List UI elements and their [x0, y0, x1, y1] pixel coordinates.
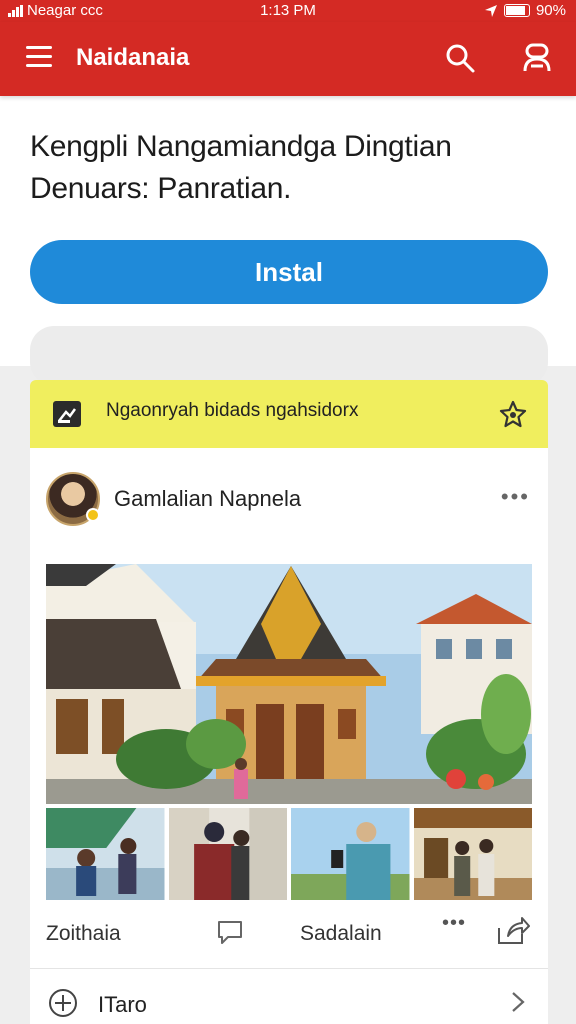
status-right: 90%: [484, 2, 566, 19]
search-icon[interactable]: [444, 42, 476, 74]
battery-icon: [503, 4, 530, 17]
thumbnail-2[interactable]: [168, 808, 287, 900]
chevron-right-icon: [512, 992, 525, 1012]
post-main-photo[interactable]: [46, 564, 532, 804]
status-bar: Neagar ccc 1:13 PM 90%: [0, 0, 576, 22]
divider: [30, 968, 548, 969]
comment-icon[interactable]: [216, 918, 244, 946]
flag-icon: [53, 401, 81, 427]
action-first[interactable]: Zoithaia: [46, 922, 121, 946]
bottom-row[interactable]: ITaro: [30, 976, 548, 1024]
banner-text: Ngaonryah bidads ngahsidorx: [106, 400, 359, 421]
thumbnail-4[interactable]: [413, 808, 532, 900]
thumbnail-1[interactable]: [46, 808, 165, 900]
thumbnail-3[interactable]: [291, 808, 410, 900]
share-icon[interactable]: [496, 916, 530, 946]
placeholder-card: [30, 326, 548, 386]
action-second[interactable]: Sadalain: [300, 922, 382, 946]
menu-icon[interactable]: [26, 46, 54, 70]
bottom-row-label: ITaro: [98, 992, 147, 1017]
location-icon: [484, 4, 497, 17]
more-options-icon[interactable]: •••: [501, 484, 530, 510]
verified-badge-icon: [86, 508, 100, 522]
battery-percent: 90%: [535, 2, 566, 19]
promo-headline: Kengpli Nangamiandga Dingtian Denuars: P…: [30, 130, 452, 205]
app-bar: Naidanaia: [0, 22, 576, 96]
notice-banner[interactable]: Ngaonryah bidads ngahsidorx: [30, 380, 548, 448]
post-author[interactable]: Gamlalian Napnela: [114, 486, 301, 512]
app-title: Naidanaia: [76, 44, 190, 71]
post-actions: Zoithaia Sadalain •••: [30, 910, 548, 960]
action-more-icon[interactable]: •••: [442, 912, 466, 935]
account-icon[interactable]: [522, 42, 552, 74]
star-badge-icon[interactable]: [498, 400, 528, 430]
avatar[interactable]: [46, 472, 100, 526]
photo-thumbnails: [46, 808, 532, 900]
plus-circle-icon: [49, 989, 77, 1017]
install-button[interactable]: Instal: [30, 240, 548, 304]
post-card: Gamlalian Napnela ••• Zoithaia Sadalain …: [30, 448, 548, 1024]
